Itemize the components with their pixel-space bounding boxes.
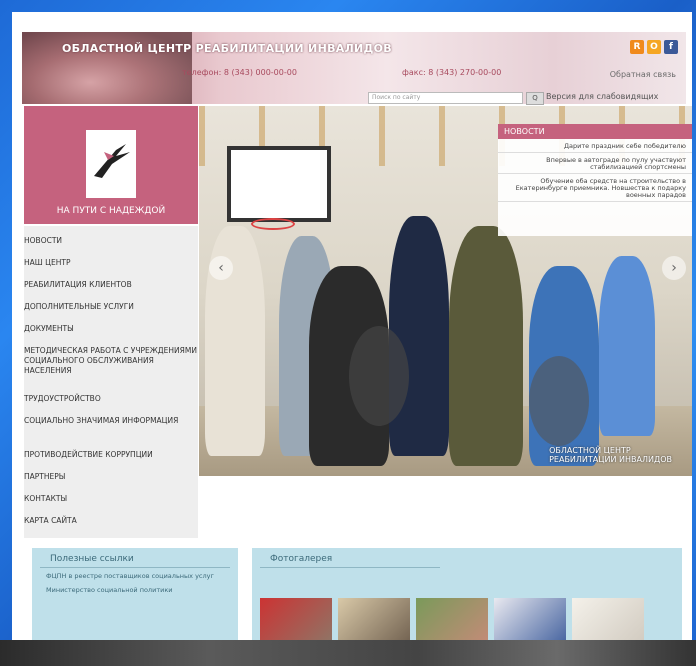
lower-section: Полезные ссылки ФЦПН в реестре поставщик… bbox=[12, 548, 692, 652]
person-figure bbox=[389, 216, 449, 456]
menu-item-our-center[interactable]: НАШ ЦЕНТР bbox=[24, 258, 198, 268]
menu-item-methodical[interactable]: МЕТОДИЧЕСКАЯ РАБОТА С УЧРЕЖДЕНИЯМИ СОЦИА… bbox=[24, 346, 198, 376]
watermark-line: РЕАБИЛИТАЦИИ ИНВАЛИДОВ bbox=[549, 455, 672, 464]
watermark-line: ОБЛАСТНОЙ ЦЕНТР bbox=[549, 446, 631, 455]
search-input[interactable]: Поиск по сайту bbox=[368, 92, 523, 104]
menu-item-contacts[interactable]: КОНТАКТЫ bbox=[24, 494, 198, 504]
feedback-link[interactable]: Обратная связь bbox=[610, 70, 676, 79]
menu-item-social-info[interactable]: СОЦИАЛЬНО ЗНАЧИМАЯ ИНФОРМАЦИЯ bbox=[24, 416, 198, 426]
photo-gallery-box: Фотогалерея bbox=[252, 548, 682, 652]
useful-links-title: Полезные ссылки bbox=[40, 548, 230, 568]
useful-link[interactable]: ФЦПН в реестре поставщиков социальных ус… bbox=[32, 568, 238, 582]
wheelchair bbox=[529, 356, 589, 446]
logo-caption: НА ПУТИ С НАДЕЖДОЙ bbox=[56, 206, 166, 216]
news-panel: НОВОСТИ Дарите праздник себе победителю … bbox=[498, 124, 692, 236]
slide-watermark: ОБЛАСТНОЙ ЦЕНТР РЕАБИЛИТАЦИИ ИНВАЛИДОВ bbox=[549, 446, 672, 464]
bottom-photo-strip bbox=[0, 640, 696, 666]
logo-icon bbox=[86, 130, 136, 198]
rss-icon[interactable]: R bbox=[630, 40, 644, 54]
menu-item-sitemap[interactable]: КАРТА САЙТА bbox=[24, 516, 198, 526]
wheelchair bbox=[349, 326, 409, 426]
banner-fax: факс: 8 (343) 270-00-00 bbox=[402, 68, 502, 77]
odnoklassniki-icon[interactable]: O bbox=[647, 40, 661, 54]
menu-item-news[interactable]: НОВОСТИ bbox=[24, 236, 198, 246]
news-item[interactable]: Обучение оба средств на строительство в … bbox=[498, 174, 692, 202]
accessible-version-link[interactable]: Версия для слабовидящих bbox=[546, 92, 658, 101]
facebook-icon[interactable]: f bbox=[664, 40, 678, 54]
banner-phone: телефон: 8 (343) 000-00-00 bbox=[182, 68, 297, 77]
search-button[interactable]: Q bbox=[526, 92, 544, 105]
useful-link[interactable]: Министерство социальной политики bbox=[32, 582, 238, 596]
page-frame: ОБЛАСТНОЙ ЦЕНТР РЕАБИЛИТАЦИИ ИНВАЛИДОВ т… bbox=[12, 12, 692, 652]
social-links: R O f bbox=[630, 40, 678, 54]
person-figure bbox=[449, 226, 523, 466]
sidebar-menu: НОВОСТИ НАШ ЦЕНТР РЕАБИЛИТАЦИЯ КЛИЕНТОВ … bbox=[24, 226, 198, 538]
slider-prev-button[interactable]: ‹ bbox=[209, 256, 233, 280]
site-title[interactable]: ОБЛАСТНОЙ ЦЕНТР РЕАБИЛИТАЦИИ ИНВАЛИДОВ bbox=[62, 42, 392, 55]
menu-item-employment[interactable]: ТРУДОУСТРОЙСТВО bbox=[24, 394, 198, 404]
news-item[interactable]: Дарите праздник себе победителю bbox=[498, 139, 692, 153]
menu-item-extra-services[interactable]: ДОПОЛНИТЕЛЬНЫЕ УСЛУГИ bbox=[24, 302, 198, 312]
news-header[interactable]: НОВОСТИ bbox=[498, 124, 692, 139]
menu-item-partners[interactable]: ПАРТНЕРЫ bbox=[24, 472, 198, 482]
menu-item-documents[interactable]: ДОКУМЕНТЫ bbox=[24, 324, 198, 334]
news-item[interactable]: Впервые в автограде по пулу участвуют ст… bbox=[498, 153, 692, 174]
photo-gallery-title[interactable]: Фотогалерея bbox=[260, 548, 440, 568]
menu-item-anticorruption[interactable]: ПРОТИВОДЕЙСТВИЕ КОРРУПЦИИ bbox=[24, 450, 198, 460]
slider-next-button[interactable]: › bbox=[662, 256, 686, 280]
useful-links-box: Полезные ссылки ФЦПН в реестре поставщик… bbox=[32, 548, 238, 652]
group-photo bbox=[199, 206, 692, 476]
person-figure bbox=[599, 256, 655, 436]
logo-block[interactable]: НА ПУТИ С НАДЕЖДОЙ bbox=[24, 106, 198, 224]
menu-item-rehabilitation[interactable]: РЕАБИЛИТАЦИЯ КЛИЕНТОВ bbox=[24, 280, 198, 290]
